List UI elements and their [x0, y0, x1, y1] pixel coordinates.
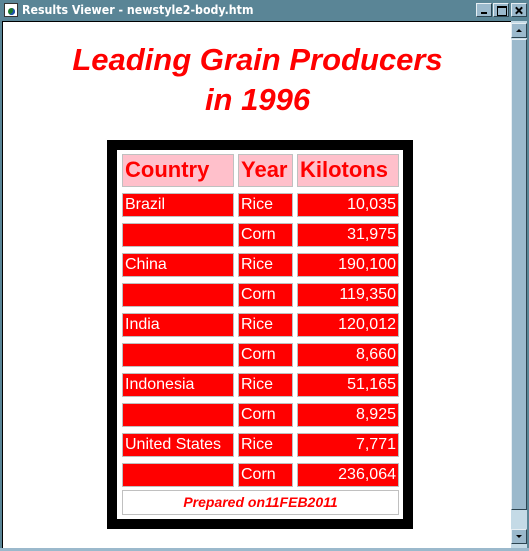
table-cell-country	[122, 343, 234, 367]
vertical-scrollbar[interactable]	[511, 21, 527, 548]
document-globe-icon[interactable]	[4, 3, 18, 17]
table-cell-kilotons: 10,035	[297, 193, 399, 217]
page-title-line-1: Leading Grain Producers	[72, 42, 443, 77]
page-title-line-2: in 1996	[204, 82, 311, 117]
table-cell-country	[122, 463, 234, 487]
column-header-country: Country	[122, 154, 234, 187]
table-cell-country: China	[122, 253, 234, 277]
table-cell-country	[122, 283, 234, 307]
table-cell-kilotons: 7,771	[297, 433, 399, 457]
table-cell-kilotons: 8,925	[297, 403, 399, 427]
column-header-year: Year	[238, 154, 293, 187]
table-cell-kilotons: 236,064	[297, 463, 399, 487]
table-cell-year: Rice	[238, 193, 293, 217]
table-cell-year: Rice	[238, 433, 293, 457]
minimize-button[interactable]	[476, 3, 492, 17]
scroll-up-button[interactable]	[511, 23, 527, 38]
scroll-thumb[interactable]	[511, 39, 527, 510]
table-cell-year: Corn	[238, 283, 293, 307]
results-viewer-window: Results Viewer - newstyle2-body.htm Lead…	[0, 0, 529, 551]
table-cell-country	[122, 223, 234, 247]
table-cell-country: Brazil	[122, 193, 234, 217]
table-cell-country	[122, 403, 234, 427]
table-cell-country: United States	[122, 433, 234, 457]
column-header-kilotons: Kilotons	[297, 154, 399, 187]
table-cell-kilotons: 190,100	[297, 253, 399, 277]
table-cell-country: India	[122, 313, 234, 337]
close-button[interactable]	[511, 3, 527, 17]
title-bar[interactable]: Results Viewer - newstyle2-body.htm	[0, 0, 529, 20]
table-cell-kilotons: 51,165	[297, 373, 399, 397]
table-cell-year: Rice	[238, 253, 293, 277]
table-cell-year: Rice	[238, 313, 293, 337]
window-title: Results Viewer - newstyle2-body.htm	[22, 3, 254, 17]
table-cell-kilotons: 8,660	[297, 343, 399, 367]
table-cell-year: Corn	[238, 223, 293, 247]
table-cell-kilotons: 119,350	[297, 283, 399, 307]
maximize-button[interactable]	[493, 3, 509, 17]
table-cell-year: Corn	[238, 403, 293, 427]
table-cell-kilotons: 31,975	[297, 223, 399, 247]
table-cell-year: Corn	[238, 343, 293, 367]
prepared-date-footer: Prepared on11FEB2011	[122, 490, 399, 515]
page-title: Leading Grain Producers in 1996	[10, 40, 505, 120]
table-cell-year: Rice	[238, 373, 293, 397]
table-cell-country: Indonesia	[122, 373, 234, 397]
table-cell-kilotons: 120,012	[297, 313, 399, 337]
scroll-down-button[interactable]	[511, 529, 527, 544]
table-cell-year: Corn	[238, 463, 293, 487]
